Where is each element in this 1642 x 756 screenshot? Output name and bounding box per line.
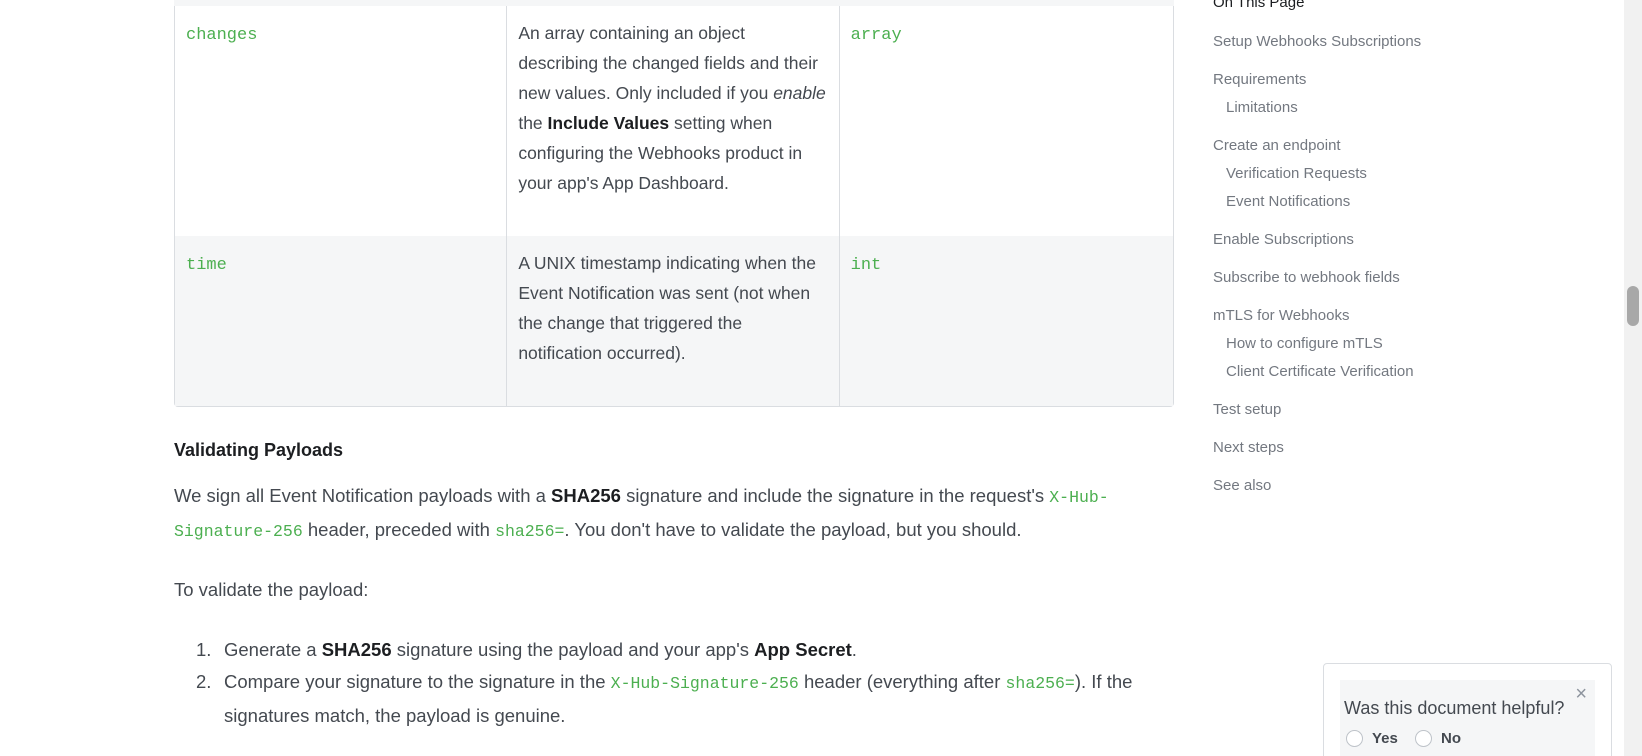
toc-item-test-setup[interactable]: Test setup	[1213, 401, 1281, 418]
field-name: time	[186, 256, 227, 275]
field-description-cell: An array containing an object describing…	[507, 6, 840, 236]
feedback-yes-option[interactable]: Yes	[1346, 730, 1398, 747]
validate-intro: To validate the payload:	[174, 579, 369, 600]
description-strong: Include Values	[547, 113, 670, 133]
radio-button[interactable]	[1346, 730, 1363, 747]
list-number: 2.	[196, 671, 212, 692]
toc-item-client-certificate-verification[interactable]: Client Certificate Verification	[1226, 363, 1414, 380]
list-item: 2. Compare your signature to the signatur…	[174, 666, 1174, 732]
text: . You don't have to validate the payload…	[564, 519, 1022, 540]
toc-item-enable-subscriptions[interactable]: Enable Subscriptions	[1213, 231, 1354, 248]
toc-item-see-also[interactable]: See also	[1213, 477, 1271, 494]
field-type: int	[850, 256, 882, 275]
toc-item-mtls-for-webhooks[interactable]: mTLS for Webhooks	[1213, 307, 1349, 324]
feedback-question: Was this document helpful?	[1344, 698, 1565, 718]
option-label: Yes	[1372, 730, 1398, 747]
text: signature using the payload and your app…	[391, 639, 755, 660]
validating-paragraph: We sign all Event Notification payloads …	[174, 480, 1174, 548]
field-description-cell: A UNIX timestamp indicating when the Eve…	[507, 236, 840, 406]
text: Generate a	[224, 639, 322, 660]
table-row: time A UNIX timestamp indicating when th…	[175, 236, 1173, 406]
fields-table: changes An array containing an object de…	[174, 6, 1174, 407]
inline-code: sha256=	[495, 522, 565, 541]
toc-item-limitations[interactable]: Limitations	[1226, 99, 1298, 116]
toc-item-requirements[interactable]: Requirements	[1213, 71, 1306, 88]
strong-text: SHA256	[551, 485, 621, 506]
description-text: A UNIX timestamp indicating when the Eve…	[518, 253, 816, 363]
list-item: 1. Generate a SHA256 signature using the …	[174, 634, 1174, 666]
text: We sign all Event Notification payloads …	[174, 485, 552, 506]
toc-item-next-steps[interactable]: Next steps	[1213, 439, 1284, 456]
toc-item-subscribe-to-webhook-fields[interactable]: Subscribe to webhook fields	[1213, 269, 1400, 286]
field-name-cell: changes	[175, 6, 508, 236]
list-number: 1.	[196, 639, 212, 660]
toc-item-how-to-configure-mtls[interactable]: How to configure mTLS	[1226, 335, 1383, 352]
description-text: the	[518, 113, 548, 133]
scrollbar[interactable]	[1624, 0, 1642, 756]
field-type-cell: array	[840, 6, 1173, 236]
inline-code: X-Hub-Signature-256	[610, 674, 799, 693]
inline-code: sha256=	[1005, 674, 1075, 693]
radio-button[interactable]	[1415, 730, 1432, 747]
scrollbar-thumb[interactable]	[1627, 286, 1639, 326]
toc-item-event-notifications[interactable]: Event Notifications	[1226, 193, 1350, 210]
validation-steps: 1. Generate a SHA256 signature using the …	[174, 634, 1174, 732]
feedback-no-option[interactable]: No	[1415, 730, 1461, 747]
text: signature and include the signature in t…	[620, 485, 1050, 506]
text: Compare your signature to the signature …	[224, 671, 611, 692]
strong-text: App Secret	[754, 639, 852, 660]
option-label: No	[1441, 730, 1461, 747]
toc-item-create-an-endpoint[interactable]: Create an endpoint	[1213, 137, 1341, 154]
text: header, preceded with	[302, 519, 496, 540]
field-name: changes	[186, 26, 258, 45]
field-name-cell: time	[175, 236, 508, 406]
toc-item-verification-requests[interactable]: Verification Requests	[1226, 165, 1367, 182]
section-heading: Validating Payloads	[174, 440, 344, 460]
text: header (everything after	[798, 671, 1006, 692]
field-type: array	[850, 26, 902, 45]
toc-title: On This Page	[1213, 0, 1305, 11]
toc-item-setup-webhooks-subscriptions[interactable]: Setup Webhooks Subscriptions	[1213, 33, 1421, 50]
field-type-cell: int	[840, 236, 1173, 406]
description-emphasis: enable	[773, 83, 826, 103]
close-icon[interactable]: ×	[1575, 684, 1587, 704]
feedback-widget: × Was this document helpful? Yes No	[1323, 663, 1612, 756]
strong-text: SHA256	[321, 639, 392, 660]
table-row: changes An array containing an object de…	[175, 6, 1173, 236]
text: .	[851, 639, 857, 660]
